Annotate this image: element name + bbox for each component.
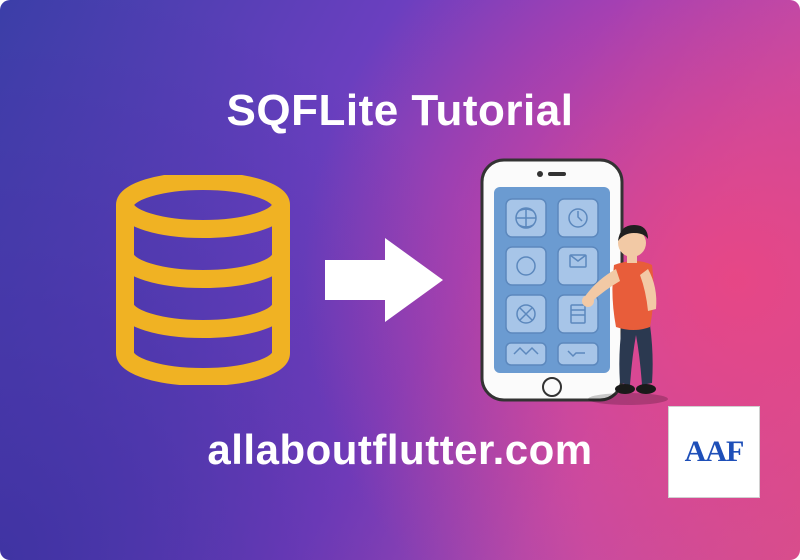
logo-text: AAF [685, 435, 744, 469]
database-icon [108, 175, 298, 385]
person-icon [582, 215, 692, 405]
phone-with-person [472, 155, 692, 405]
banner-content [0, 150, 800, 410]
banner-canvas: SQFLite Tutorial [0, 0, 800, 560]
arrow-right-icon [320, 235, 450, 325]
logo-badge: AAF [668, 406, 760, 498]
banner-title: SQFLite Tutorial [0, 86, 800, 136]
